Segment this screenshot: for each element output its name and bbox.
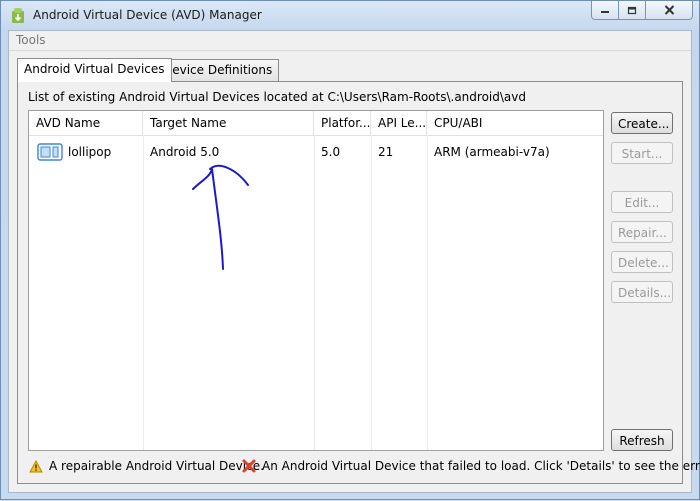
start-button[interactable]: Start... (611, 142, 673, 164)
cell-cpu-abi: ARM (armeabi-v7a) (434, 145, 550, 159)
menu-bar: Tools (9, 31, 691, 51)
avd-location-label: List of existing Android Virtual Devices… (28, 90, 526, 104)
column-header-target-name[interactable]: Target Name (143, 111, 314, 135)
create-button[interactable]: Create... (611, 112, 673, 134)
delete-button[interactable]: Delete... (611, 251, 673, 273)
cell-api-level: 21 (378, 145, 394, 159)
close-button[interactable] (645, 1, 693, 20)
legend-failed-text: An Android Virtual Device that failed to… (262, 459, 700, 473)
warning-icon (29, 459, 43, 472)
maximize-button[interactable] (618, 1, 646, 20)
column-divider (143, 135, 144, 450)
cell-platform: 5.0 (321, 145, 341, 159)
tab-android-virtual-devices[interactable]: Android Virtual Devices (17, 58, 172, 82)
avd-table: AVD Name Target Name Platfor... API Le..… (28, 110, 604, 451)
cell-target-name: Android 5.0 (150, 145, 220, 159)
maximize-icon (627, 6, 637, 14)
repair-button[interactable]: Repair... (611, 221, 673, 243)
minimize-icon (601, 11, 609, 13)
column-header-cpu-abi[interactable]: CPU/ABI (427, 111, 603, 135)
details-button[interactable]: Details... (611, 281, 673, 303)
close-icon (664, 5, 674, 15)
refresh-button[interactable]: Refresh (611, 429, 673, 451)
edit-button[interactable]: Edit... (611, 191, 673, 213)
avd-manager-window: Android Virtual Device (AVD) Manager Too… (0, 0, 700, 500)
error-x-icon (242, 459, 256, 473)
column-divider (314, 135, 315, 450)
column-header-avd-name[interactable]: AVD Name (29, 111, 143, 135)
title-bar: Android Virtual Device (AVD) Manager (1, 1, 699, 29)
device-icon (37, 143, 63, 161)
cell-avd-name: lollipop (68, 145, 112, 159)
legend-repairable-text: A repairable Android Virtual Device. (49, 459, 264, 473)
table-row[interactable]: lollipop Android 5.0 5.0 21 ARM (armeabi… (29, 141, 603, 163)
window-title: Android Virtual Device (AVD) Manager (33, 8, 262, 22)
legend-repairable: A repairable Android Virtual Device. (29, 459, 264, 473)
legend-failed: An Android Virtual Device that failed to… (242, 459, 700, 473)
android-app-icon (12, 8, 24, 23)
column-header-api-level[interactable]: API Le... (371, 111, 427, 135)
column-divider (427, 135, 428, 450)
table-header: AVD Name Target Name Platfor... API Le..… (29, 111, 603, 136)
tab-device-definitions[interactable]: Device Definitions (156, 59, 280, 81)
column-header-platform[interactable]: Platfor... (314, 111, 371, 135)
minimize-button[interactable] (591, 1, 619, 20)
column-divider (371, 135, 372, 450)
menu-tools[interactable]: Tools (16, 33, 46, 47)
